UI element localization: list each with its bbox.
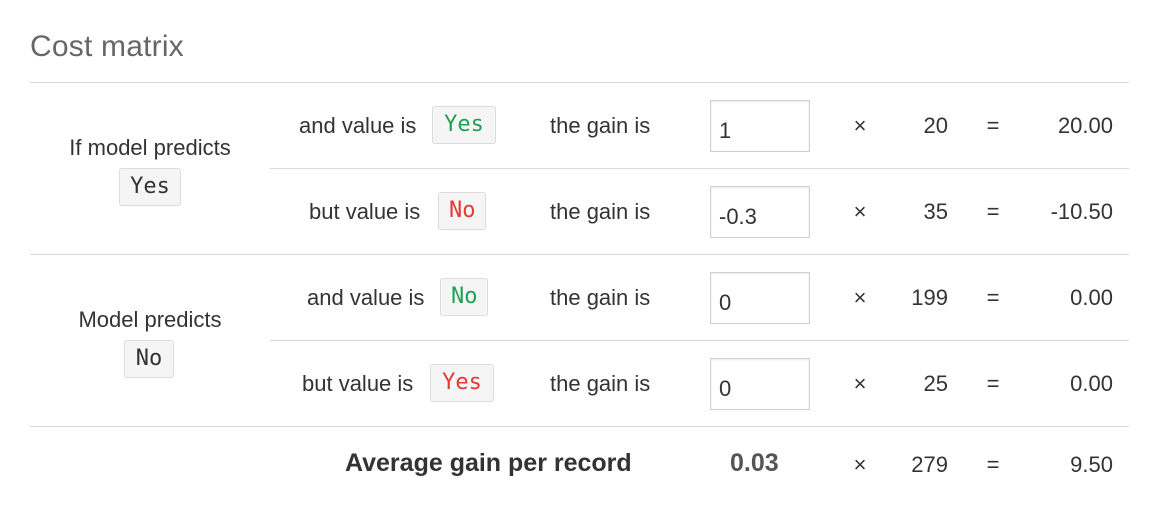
times-sign: ×	[853, 113, 867, 138]
row-prefix: and value is	[299, 113, 417, 138]
divider-group	[30, 254, 1129, 255]
gain-label: the gain is	[550, 199, 651, 224]
row-result: 0.00	[1070, 371, 1113, 396]
record-count: 199	[911, 285, 948, 310]
group-label-no: Model predicts	[78, 307, 222, 332]
total-gain: 9.50	[1070, 452, 1113, 477]
gain-label: the gain is	[550, 113, 651, 138]
record-count: 25	[923, 371, 948, 396]
gain-input[interactable]	[710, 100, 810, 152]
total-record-count: 279	[911, 452, 948, 477]
gain-input[interactable]	[710, 272, 810, 324]
row-prefix: but value is	[302, 371, 414, 396]
row-result: 0.00	[1070, 285, 1113, 310]
divider-row3	[270, 340, 1129, 341]
actual-value-tag: Yes	[430, 364, 494, 402]
row-result: 20.00	[1057, 113, 1113, 138]
equals-sign: =	[986, 452, 1000, 477]
actual-value-tag: No	[440, 278, 488, 316]
average-gain-label: Average gain per record	[345, 449, 632, 477]
equals-sign: =	[986, 113, 1000, 138]
equals-sign: =	[986, 285, 1000, 310]
divider-summary	[30, 426, 1129, 427]
group-label-yes: If model predicts	[69, 135, 231, 160]
cost-matrix-title: Cost matrix	[30, 30, 184, 63]
average-gain-value: 0.03	[730, 449, 779, 477]
equals-sign: =	[986, 199, 1000, 224]
record-count: 20	[923, 113, 948, 138]
divider-row1	[270, 168, 1129, 169]
times-sign: ×	[853, 285, 867, 310]
predicted-yes-tag: Yes	[119, 168, 181, 206]
gain-input[interactable]	[710, 186, 810, 238]
row-prefix: and value is	[307, 285, 425, 310]
gain-label: the gain is	[550, 371, 651, 396]
row-prefix: but value is	[309, 199, 421, 224]
record-count: 35	[923, 199, 948, 224]
actual-value-tag: Yes	[432, 106, 496, 144]
gain-input[interactable]	[710, 358, 810, 410]
actual-value-tag: No	[438, 192, 486, 230]
times-sign: ×	[853, 371, 867, 396]
divider-top	[30, 82, 1129, 83]
gain-label: the gain is	[550, 285, 651, 310]
times-sign: ×	[853, 199, 867, 224]
predicted-no-tag: No	[124, 340, 174, 378]
row-result: -10.50	[1050, 199, 1113, 224]
times-sign: ×	[853, 452, 867, 477]
equals-sign: =	[986, 371, 1000, 396]
